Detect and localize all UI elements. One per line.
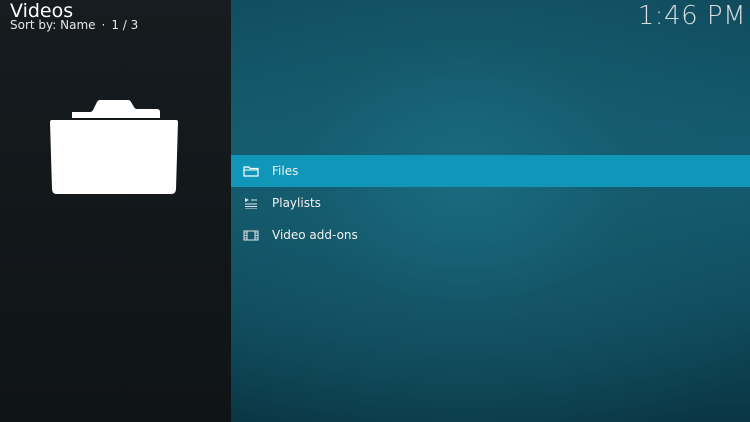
clock: 1:46 PM: [637, 1, 746, 31]
folder-icon: [50, 98, 178, 194]
menu-item-playlists[interactable]: Playlists: [231, 187, 750, 219]
sort-info[interactable]: Sort by: Name · 1 / 3: [10, 18, 138, 33]
main-menu: Files Playlists Video add-ons: [231, 155, 750, 251]
page-position: 1 / 3: [111, 18, 139, 32]
menu-item-label: Playlists: [272, 196, 321, 210]
playlist-icon: [242, 196, 260, 210]
menu-item-files[interactable]: Files: [231, 155, 750, 187]
sort-label: Sort by: Name: [10, 18, 96, 32]
separator: ·: [101, 18, 106, 32]
film-addon-icon: [242, 228, 260, 242]
menu-item-video-addons[interactable]: Video add-ons: [231, 219, 750, 251]
folder-icon: [242, 164, 260, 178]
videos-screen: Videos Sort by: Name · 1 / 3 1:46 PM Files: [0, 0, 750, 422]
left-panel: [0, 0, 231, 422]
menu-item-label: Video add-ons: [272, 228, 358, 242]
menu-item-label: Files: [272, 164, 299, 178]
